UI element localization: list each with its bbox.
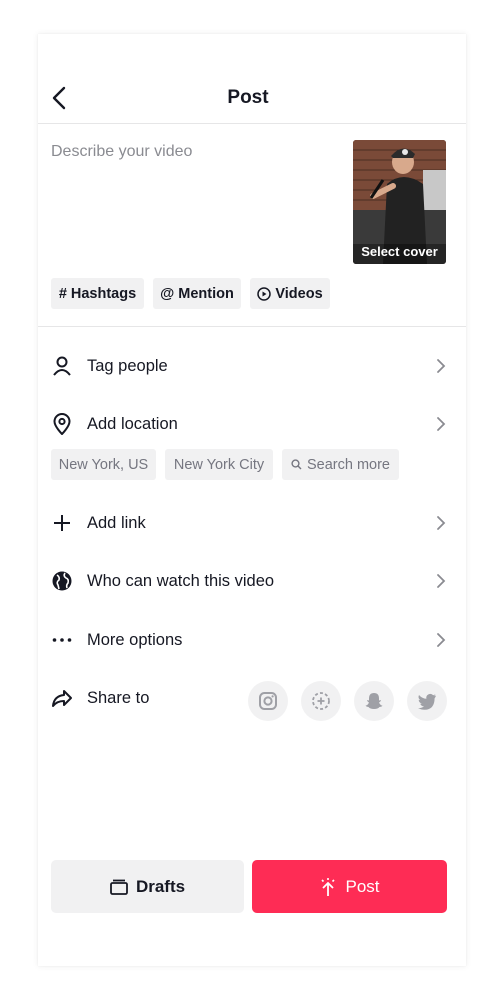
add-location-label: Add location (87, 414, 178, 433)
globe-icon (50, 569, 74, 593)
share-to-label: Share to (87, 688, 150, 707)
search-icon (291, 459, 302, 470)
add-link-row[interactable]: Add link (38, 503, 466, 543)
post-label: Post (345, 876, 380, 896)
chevron-right-icon (437, 574, 446, 588)
mention-chip[interactable]: @ Mention (153, 278, 241, 309)
chevron-right-icon (437, 516, 446, 530)
chevron-right-icon (437, 417, 446, 431)
select-cover-label: Select cover (361, 244, 438, 259)
search-more-chip[interactable]: Search more (282, 449, 399, 480)
drafts-label: Drafts (135, 876, 186, 896)
stories-add-icon (312, 692, 330, 710)
chevron-right-icon (437, 359, 446, 373)
location-pin-icon (50, 412, 74, 436)
drafts-button[interactable]: Drafts (51, 860, 244, 913)
person-icon (50, 354, 74, 378)
play-circle-icon (257, 286, 272, 301)
hash-icon: # (58, 285, 67, 302)
section-divider (38, 326, 466, 327)
location-suggestion-label: New York, US (58, 456, 149, 473)
share-arrow-icon (50, 686, 74, 710)
hashtags-chip[interactable]: # Hashtags (51, 278, 144, 309)
add-location-row[interactable]: Add location (38, 404, 466, 444)
snapchat-icon (365, 693, 383, 709)
search-more-label: Search more (306, 456, 390, 473)
videos-chip[interactable]: Videos (250, 278, 330, 309)
location-suggestion-chip[interactable]: New York, US (51, 449, 156, 480)
share-instagram-button[interactable] (248, 681, 288, 721)
post-spark-icon (321, 877, 336, 896)
more-options-row[interactable]: More options (38, 620, 466, 660)
add-link-label: Add link (87, 513, 146, 532)
plus-icon (50, 511, 74, 535)
share-twitter-button[interactable] (407, 681, 447, 721)
post-screen: Post Describe your video Select cover # … (38, 34, 466, 966)
select-cover-button[interactable]: Select cover (353, 140, 446, 264)
who-can-watch-row[interactable]: Who can watch this video (38, 561, 466, 601)
videos-label: Videos (275, 285, 323, 302)
tag-people-label: Tag people (87, 356, 168, 375)
more-options-label: More options (87, 630, 183, 649)
description-input[interactable]: Describe your video (51, 143, 192, 161)
at-icon: @ (160, 285, 175, 302)
location-suggestion-label: New York City (173, 456, 265, 473)
mention-label: Mention (178, 285, 234, 302)
instagram-icon (259, 692, 277, 710)
chevron-right-icon (437, 633, 446, 647)
share-snapchat-button[interactable] (354, 681, 394, 721)
twitter-icon (418, 693, 436, 710)
page-title: Post (227, 87, 269, 108)
drafts-icon (110, 879, 128, 895)
post-button[interactable]: Post (252, 860, 447, 913)
location-suggestion-chip[interactable]: New York City (165, 449, 273, 480)
share-stories-button[interactable] (301, 681, 341, 721)
more-dots-icon (50, 628, 74, 652)
who-can-watch-label: Who can watch this video (87, 571, 275, 590)
hashtags-label: Hashtags (70, 285, 137, 302)
header-divider (38, 123, 466, 124)
tag-people-row[interactable]: Tag people (38, 346, 466, 386)
